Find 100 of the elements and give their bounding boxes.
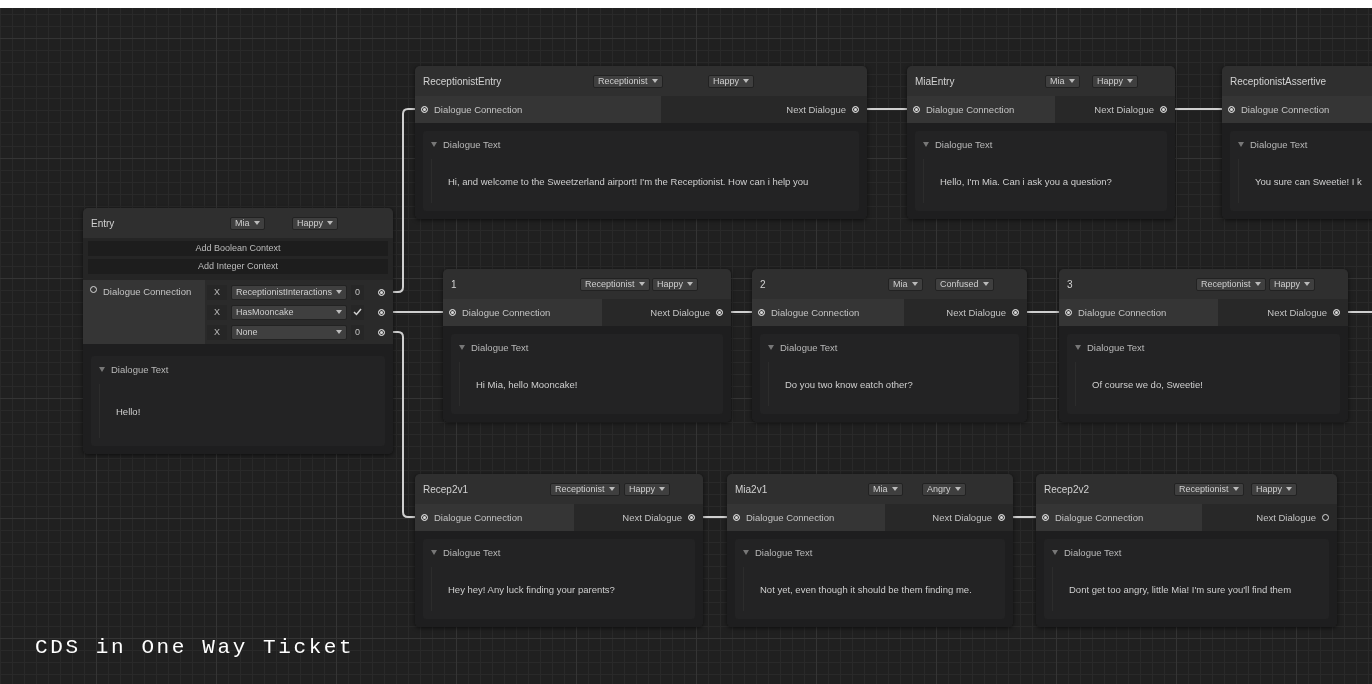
node-title: Recep2v2 <box>1044 483 1090 495</box>
foldout-header[interactable]: Dialogue Text <box>1075 340 1332 354</box>
port-label: Dialogue Connection <box>771 307 860 318</box>
dropdown[interactable]: Receptionist <box>593 74 663 88</box>
foldout-icon <box>1075 344 1081 350</box>
caret-icon <box>1127 79 1133 83</box>
text-field[interactable]: Hey hey! Any luck finding your parents? <box>431 567 687 611</box>
port-icon[interactable] <box>421 514 428 521</box>
port-icon[interactable] <box>733 514 740 521</box>
port-icon[interactable] <box>1042 514 1049 521</box>
checkmark-icon <box>353 308 362 316</box>
caret-icon <box>687 282 693 286</box>
dropdown[interactable]: Receptionist <box>1196 277 1266 291</box>
dropdown[interactable]: Happy <box>624 482 670 496</box>
port-icon[interactable] <box>998 514 1005 521</box>
add-context-button[interactable]: Add Boolean Context <box>88 241 388 256</box>
port-icon[interactable] <box>1160 106 1167 113</box>
port-icon[interactable] <box>758 309 765 316</box>
foldout-header[interactable]: Dialogue Text <box>923 137 1159 151</box>
dropdown[interactable]: Receptionist <box>550 482 620 496</box>
caret-icon <box>891 487 898 491</box>
caret-icon <box>743 79 749 83</box>
foldout-header[interactable]: Dialogue Text <box>743 545 997 559</box>
foldout-header[interactable]: Dialogue Text <box>99 362 377 376</box>
connector-wire <box>729 311 754 313</box>
port-label: Dialogue Connection <box>1078 307 1167 318</box>
foldout-header[interactable]: Dialogue Text <box>768 340 1011 354</box>
port-icon[interactable] <box>378 288 385 296</box>
port-icon[interactable] <box>1333 309 1340 316</box>
text-field[interactable]: You sure can Sweetie! I k <box>1238 159 1372 203</box>
node-title: Recep2v1 <box>423 483 469 495</box>
port-icon[interactable] <box>688 514 695 521</box>
port-icon[interactable] <box>852 106 859 113</box>
dropdown[interactable]: Happy <box>1092 74 1138 88</box>
text-field[interactable]: Not yet, even though it should be them finding me. <box>743 567 997 611</box>
port-icon[interactable] <box>1228 106 1235 113</box>
caret-icon <box>336 290 343 294</box>
foldout-header[interactable]: Dialogue Text <box>459 340 715 354</box>
node-title: 3 <box>1067 278 1073 290</box>
foldout-header[interactable]: Dialogue Text <box>1052 545 1321 559</box>
caret-icon <box>982 282 989 286</box>
caret-icon <box>659 487 665 491</box>
remove-button[interactable]: X <box>207 304 227 320</box>
dropdown[interactable]: Happy <box>1251 482 1297 496</box>
dropdown[interactable]: Happy <box>652 277 698 291</box>
port-icon[interactable] <box>1012 309 1019 316</box>
value-field[interactable]: 0 <box>351 324 364 340</box>
text-field[interactable]: Do you two know eatch other? <box>768 362 1011 406</box>
port-icon[interactable] <box>913 106 920 113</box>
dropdown[interactable]: Angry <box>922 482 966 496</box>
dropdown[interactable]: Mia <box>1045 74 1080 88</box>
port-label: Next Dialogue <box>622 512 682 523</box>
context-dropdown[interactable]: HasMooncake <box>231 304 347 320</box>
foldout-header[interactable]: Dialogue Text <box>431 545 687 559</box>
text-field[interactable]: Hi Mia, hello Mooncake! <box>459 362 715 406</box>
dropdown[interactable]: Happy <box>292 216 338 230</box>
text-field[interactable]: Hello! <box>99 384 377 438</box>
dropdown[interactable]: Receptionist <box>1174 482 1244 496</box>
port-label: Next Dialogue <box>786 104 846 115</box>
dropdown[interactable]: Mia <box>230 216 265 230</box>
text-field[interactable]: Dont get too angry, little Mia! I'm sure you'll find them <box>1052 567 1321 611</box>
caret-icon <box>638 282 645 286</box>
caret-icon <box>1286 487 1292 491</box>
caret-icon <box>608 487 615 491</box>
caret-icon <box>1304 282 1310 286</box>
port-icon[interactable] <box>1065 309 1072 316</box>
port-label: Next Dialogue <box>1267 307 1327 318</box>
remove-button[interactable]: X <box>207 324 227 340</box>
port-icon[interactable] <box>421 106 428 113</box>
dropdown[interactable]: Mia <box>868 482 903 496</box>
dropdown[interactable]: Mia <box>888 277 923 291</box>
text-field[interactable]: Of course we do, Sweetie! <box>1075 362 1332 406</box>
dropdown[interactable]: Confused <box>935 277 994 291</box>
foldout-header[interactable]: Dialogue Text <box>1238 137 1372 151</box>
dropdown[interactable]: Receptionist <box>580 277 650 291</box>
node-title: ReceptionistEntry <box>423 75 502 87</box>
add-context-button[interactable]: Add Integer Context <box>88 259 388 274</box>
dropdown[interactable]: Happy <box>708 74 754 88</box>
text-field[interactable]: Hi, and welcome to the Sweetzerland airport! I'm the Receptionist. How can i help you <box>431 159 851 203</box>
connector-wire <box>701 516 729 518</box>
foldout-header[interactable]: Dialogue Text <box>431 137 851 151</box>
text-field[interactable]: Hello, I'm Mia. Can i ask you a question? <box>923 159 1159 203</box>
value-field[interactable]: 0 <box>351 284 364 300</box>
port-icon[interactable] <box>449 309 456 316</box>
port-label: Dialogue Connection <box>103 286 192 297</box>
dropdown[interactable]: Happy <box>1269 277 1315 291</box>
foldout-icon <box>431 549 437 555</box>
remove-button[interactable]: X <box>207 284 227 300</box>
port-label: Dialogue Connection <box>746 512 835 523</box>
port-label: Next Dialogue <box>932 512 992 523</box>
context-dropdown[interactable]: ReceptionistInteractions <box>231 284 347 300</box>
port-icon[interactable] <box>716 309 723 316</box>
foldout-icon <box>768 344 774 350</box>
node-title: 2 <box>760 278 766 290</box>
node-title: Entry <box>91 217 115 229</box>
connector-wire <box>1346 311 1372 313</box>
foldout-icon <box>743 549 749 555</box>
port-label: Dialogue Connection <box>434 104 523 115</box>
context-dropdown[interactable]: None <box>231 324 347 340</box>
toggle[interactable] <box>351 304 364 320</box>
